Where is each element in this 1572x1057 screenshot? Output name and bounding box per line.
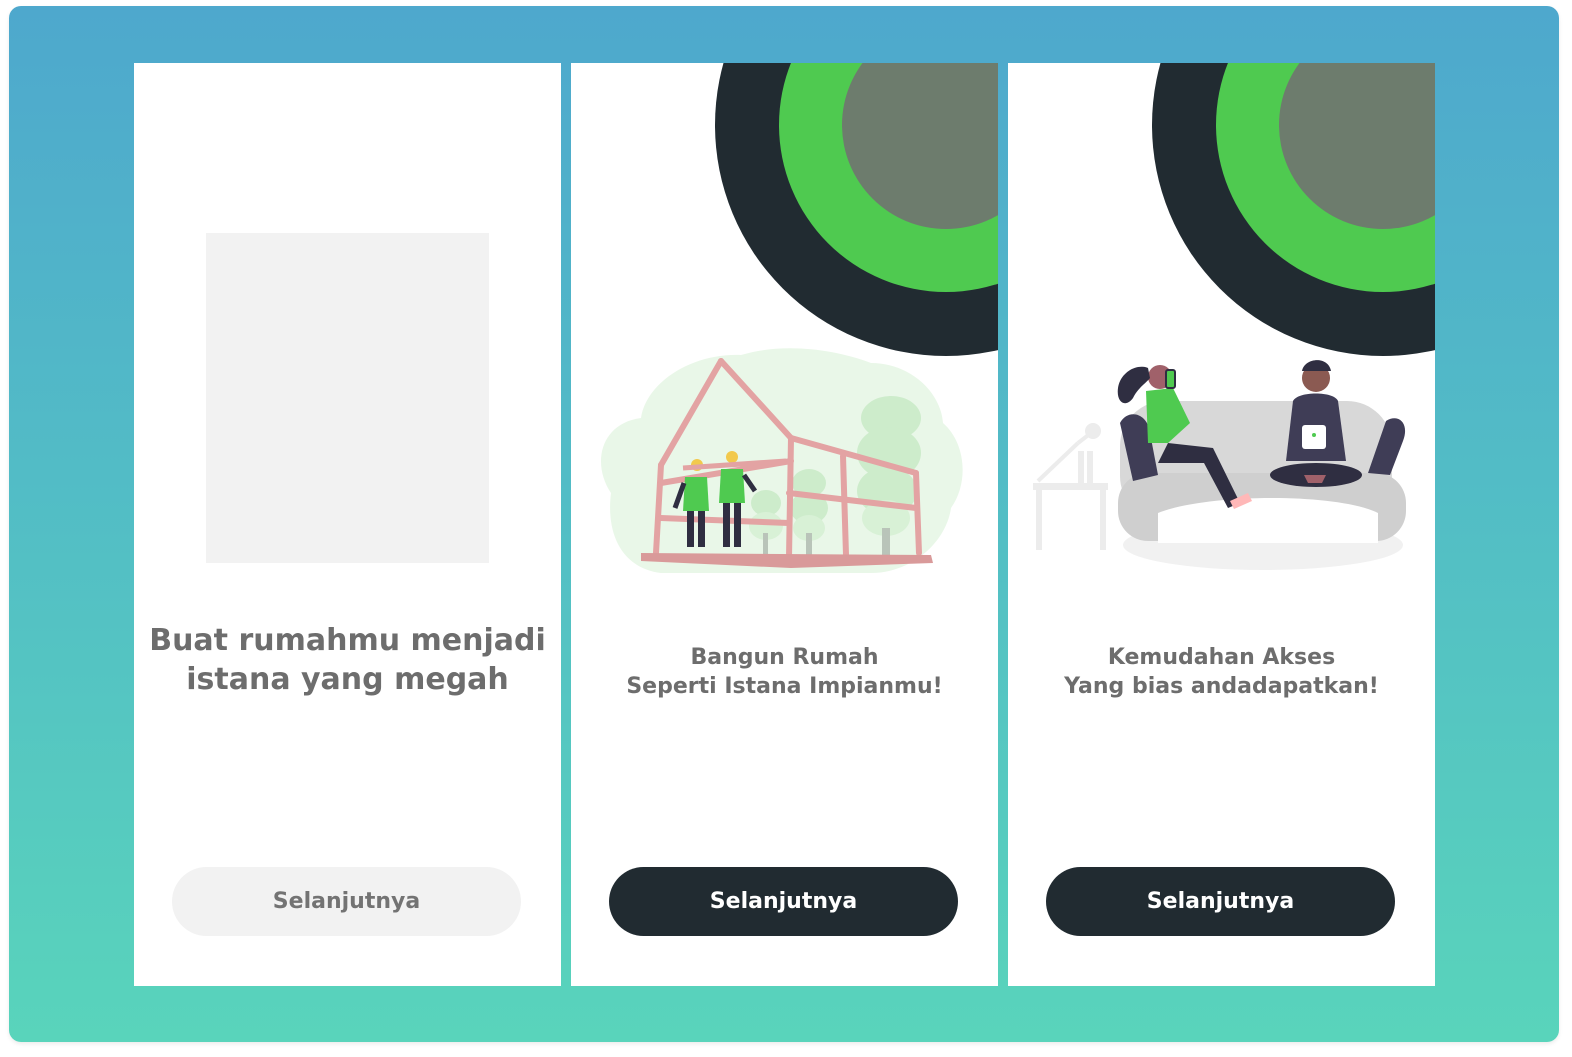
title-line-1: Kemudahan Akses (1107, 645, 1336, 670)
next-button[interactable]: Selanjutnya (1046, 867, 1395, 936)
title-line-2: Seperti Istana Impianmu! (626, 674, 943, 699)
title-line-2: istana yang megah (186, 662, 509, 697)
onboarding-screen-3: Kemudahan Akses Yang bias andadapatkan! … (1008, 63, 1435, 986)
next-button-label: Selanjutnya (1146, 889, 1295, 914)
house-construction-illustration (601, 348, 963, 573)
onboarding-title: Buat rumahmu menjadi istana yang megah (134, 621, 561, 699)
next-button[interactable]: Selanjutnya (609, 867, 958, 936)
onboarding-screen-1: Buat rumahmu menjadi istana yang megah S… (134, 63, 561, 986)
onboarding-screen-2: Bangun Rumah Seperti Istana Impianmu! Se… (571, 63, 998, 986)
image-placeholder (206, 233, 489, 563)
title-line-1: Bangun Rumah (690, 645, 879, 670)
next-button[interactable]: Selanjutnya (172, 867, 521, 936)
onboarding-title: Kemudahan Akses Yang bias andadapatkan! (1008, 643, 1435, 701)
people-on-sofa-illustration (1033, 360, 1406, 570)
title-line-1: Buat rumahmu menjadi (149, 623, 546, 658)
next-button-label: Selanjutnya (272, 889, 421, 914)
next-button-label: Selanjutnya (709, 889, 858, 914)
onboarding-title: Bangun Rumah Seperti Istana Impianmu! (571, 643, 998, 701)
title-line-2: Yang bias andadapatkan! (1064, 674, 1379, 699)
